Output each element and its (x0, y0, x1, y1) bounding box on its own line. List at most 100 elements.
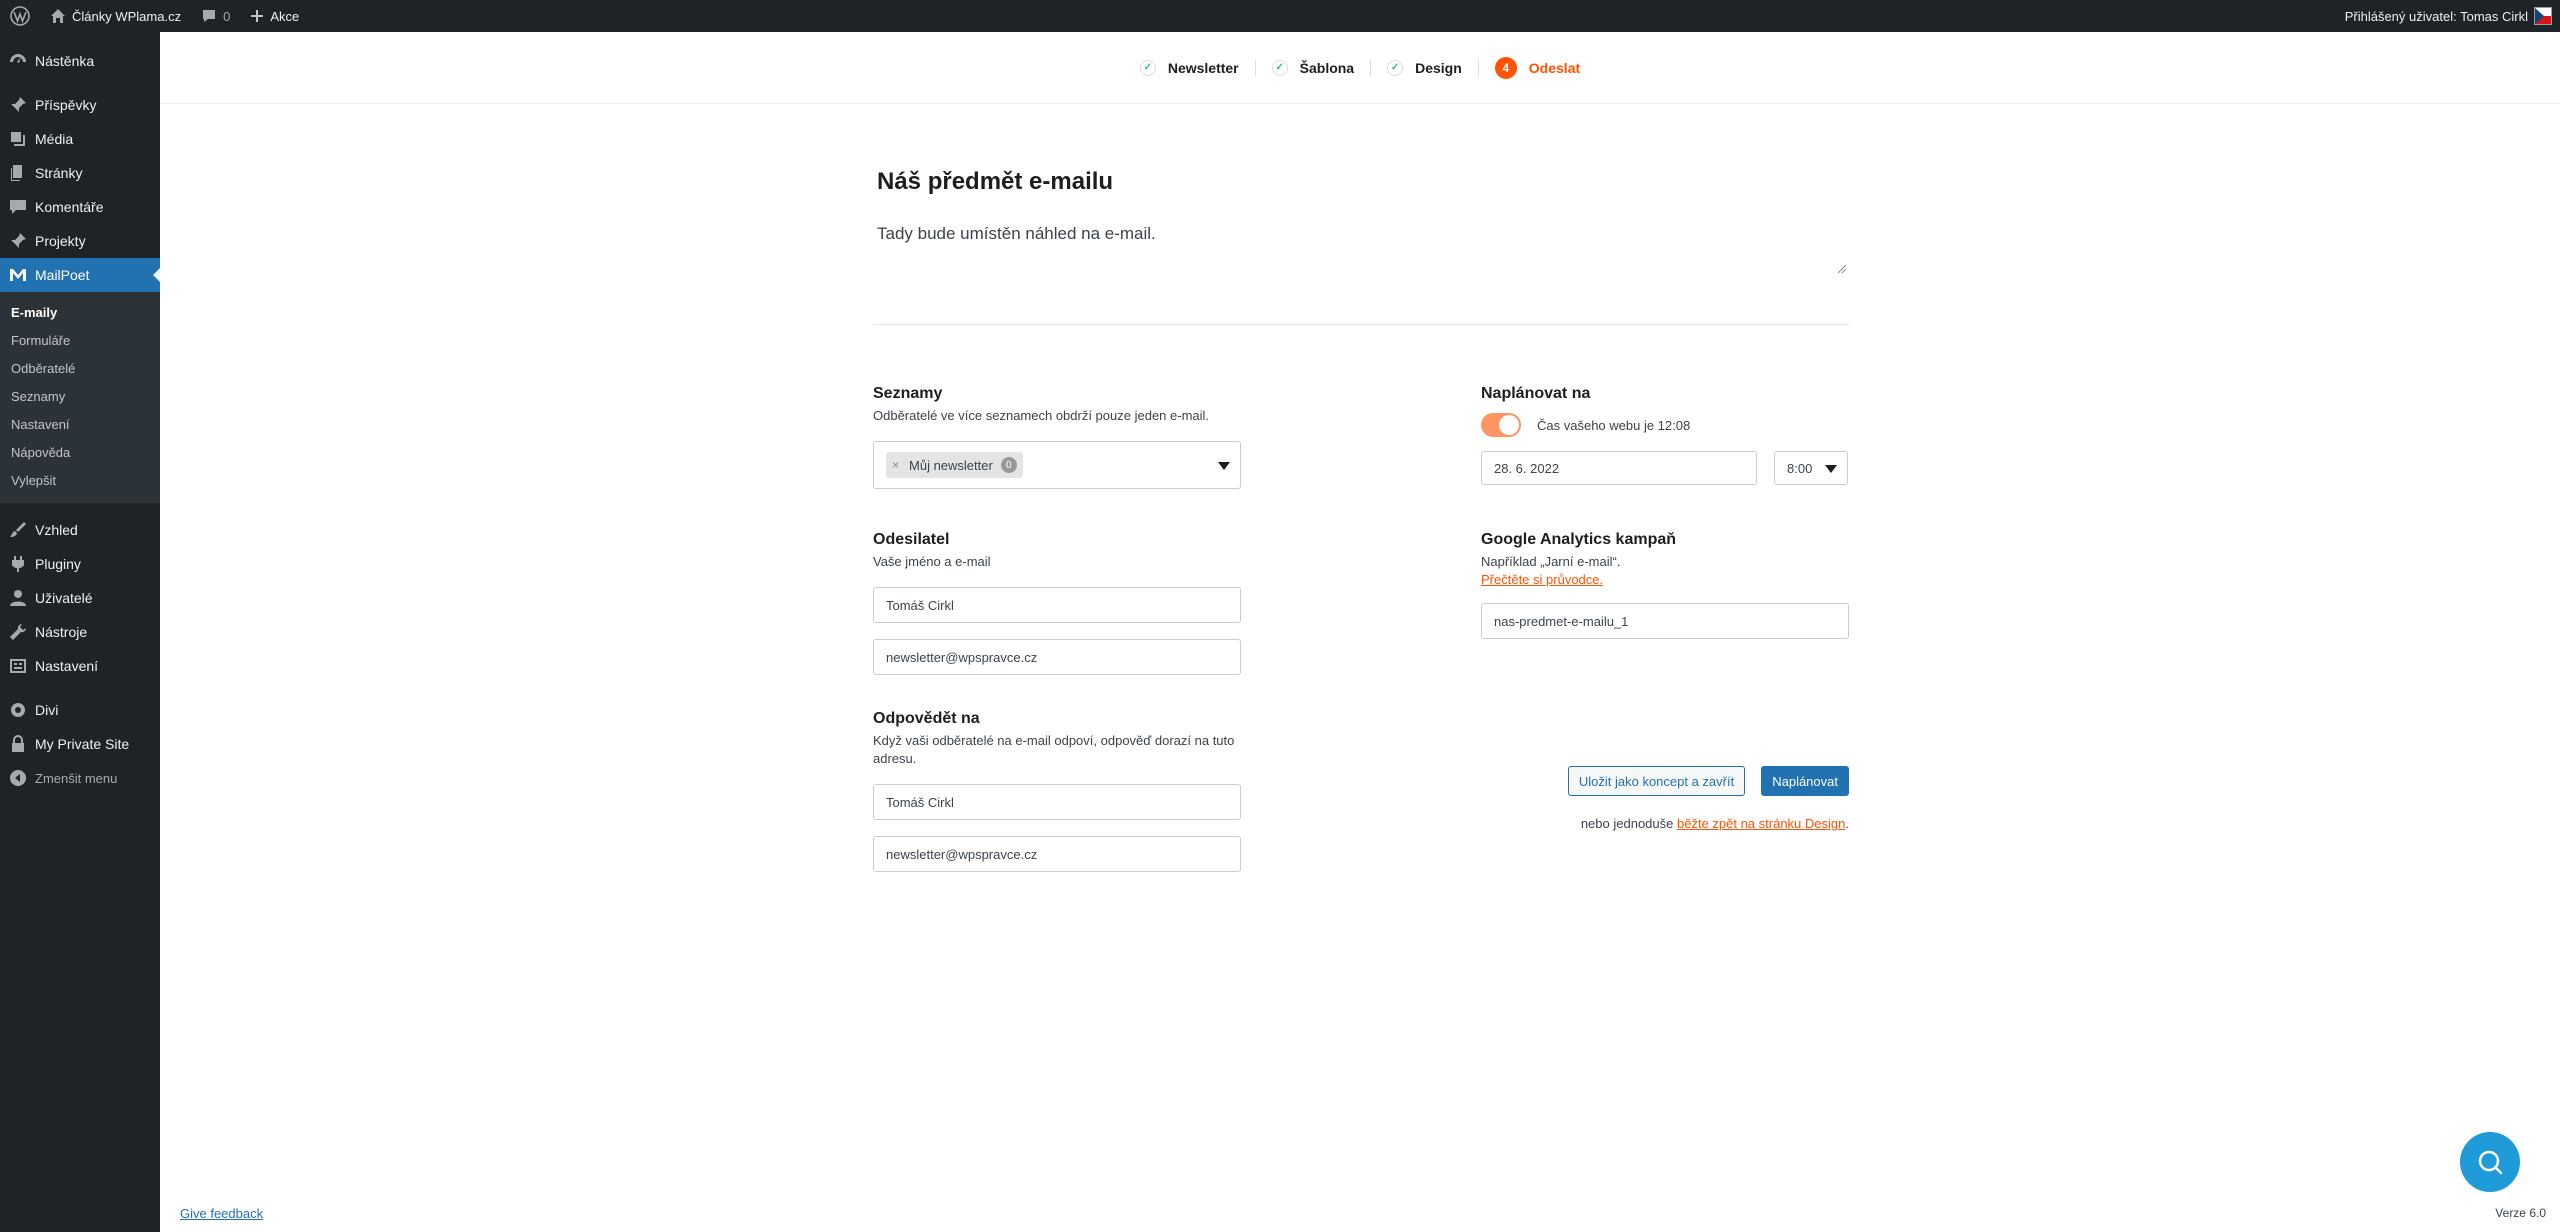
submenu-item[interactable]: Formuláře (0, 327, 160, 355)
sender-title: Odesilatel (873, 531, 950, 548)
sender-email-input[interactable]: newsletter@wpspravce.cz (873, 639, 1241, 675)
sidebar-item-label: Nastavení (35, 658, 99, 674)
gear-icon (8, 700, 28, 720)
submenu-item[interactable]: Seznamy (0, 383, 160, 411)
step-label: Design (1415, 59, 1462, 76)
sidebar-item-label: My Private Site (35, 736, 130, 752)
schedule-toggle[interactable] (1481, 413, 1521, 437)
comments-link[interactable]: 0 (191, 0, 240, 32)
submenu-item[interactable]: Nápověda (0, 439, 160, 467)
email-subject[interactable]: Náš předmět e-mailu (877, 168, 1113, 196)
reply-name-input[interactable]: Tomáš Cirkl (873, 784, 1241, 820)
sidebar-item-label: Divi (35, 702, 59, 718)
sidebar-item-stranky[interactable]: Stránky (0, 156, 160, 190)
submenu-item[interactable]: Odběratelé (0, 355, 160, 383)
sidebar-item-label: Vzhled (35, 522, 78, 538)
reply-title: Odpovědět na (873, 710, 980, 727)
period: . (1845, 816, 1849, 831)
home-icon (51, 9, 65, 23)
submenu-item[interactable]: Vylepšit (0, 467, 160, 495)
wordpress-logo-icon[interactable] (0, 0, 40, 32)
comments-icon (8, 197, 28, 217)
give-feedback-link[interactable]: Give feedback (180, 1206, 263, 1221)
sidebar-item-komentare[interactable]: Komentáře (0, 190, 160, 224)
sidebar-item-label: Komentáře (35, 199, 104, 215)
reply-email-input[interactable]: newsletter@wpspravce.cz (873, 836, 1241, 872)
plugin-icon (8, 554, 28, 574)
submenu-item[interactable]: Nastavení (0, 411, 160, 439)
sidebar-item-label: Pluginy (35, 556, 81, 572)
schedule-date-input[interactable]: 28. 6. 2022 (1481, 451, 1757, 485)
save-draft-button[interactable]: Uložit jako koncept a zavřít (1567, 766, 1746, 796)
sidebar-item-label: Uživatelé (35, 590, 93, 606)
mailpoet-submenu: E-maily Formuláře Odběratelé Seznamy Nastave… (0, 292, 160, 503)
caret-down-icon[interactable] (1218, 462, 1230, 470)
resize-handle-icon[interactable] (1835, 262, 1847, 274)
sender-section: Odesilatel Vaše jméno a e-mail Tomáš Cir… (873, 531, 1241, 675)
divider (873, 324, 1849, 325)
help-button[interactable] (2460, 1132, 2520, 1192)
lists-select[interactable]: × Můj newsletter 0 (873, 441, 1241, 489)
plus-icon (251, 10, 264, 22)
collapse-menu-label: Zmenšit menu (35, 770, 118, 786)
step-newsletter[interactable]: ✓ Newsletter (1124, 59, 1255, 76)
step-design[interactable]: ✓ Design (1371, 59, 1478, 76)
sidebar-item-nastroje[interactable]: Nástroje (0, 615, 160, 649)
sidebar-item-media[interactable]: Média (0, 122, 160, 156)
avatar (2534, 7, 2552, 25)
sidebar-item-projekty[interactable]: Projekty (0, 224, 160, 258)
submenu-item[interactable]: E-maily (0, 299, 160, 327)
sidebar-item-nastaveni[interactable]: Nastavení (0, 649, 160, 683)
sender-name-input[interactable]: Tomáš Cirkl (873, 587, 1241, 623)
site-name-link[interactable]: Články WPlama.cz (40, 0, 191, 32)
settings-icon (8, 656, 28, 676)
check-icon: ✓ (1387, 59, 1404, 76)
sidebar-item-pluginy[interactable]: Pluginy (0, 547, 160, 581)
site-time-note: Čas vašeho webu je 12:08 (1537, 417, 1691, 433)
sender-desc: Vaše jméno a e-mail (873, 554, 991, 569)
actions: Uložit jako koncept a zavřít Naplánovat … (1481, 766, 1849, 831)
ga-title: Google Analytics kampaň (1481, 531, 1677, 548)
remove-tag-button[interactable]: × (892, 458, 899, 472)
sidebar-item-label: Stránky (35, 165, 83, 181)
ga-desc: Například „Jarní e-mail“. (1481, 554, 1621, 569)
mailpoet-icon (8, 265, 28, 285)
sidebar-item-prispevky[interactable]: Příspěvky (0, 88, 160, 122)
sidebar-item-my-private-site[interactable]: My Private Site (0, 727, 160, 761)
collapse-menu-button[interactable]: Zmenšit menu (0, 761, 160, 795)
new-content-link[interactable]: Akce (240, 0, 309, 32)
ga-section: Google Analytics kampaň Například „Jarní… (1481, 531, 1849, 639)
users-icon (8, 588, 28, 608)
comment-icon (203, 10, 216, 22)
media-icon (8, 129, 28, 149)
comments-count: 0 (223, 8, 231, 24)
user-account-link[interactable]: Přihlášený uživatel: Tomas Cirkl (2335, 0, 2560, 32)
email-preview-textarea[interactable]: Tady bude umístěn náhled na e-mail. (877, 224, 1849, 244)
step-label: Newsletter (1167, 59, 1239, 76)
sidebar-item-nastenka[interactable]: Nástěnka (0, 44, 160, 78)
main-content: ✓ Newsletter ✓ Šablona ✓ Design 4 Odesla… (160, 32, 2560, 1232)
reply-desc: Když vaši odběratelé na e-mail odpoví, o… (873, 733, 1235, 766)
sidebar-item-label: Nástěnka (35, 53, 95, 69)
step-send[interactable]: 4 Odeslat (1479, 56, 1596, 79)
caret-down-icon (1825, 465, 1837, 473)
ga-guide-link[interactable]: Přečtěte si průvodce. (1481, 571, 1849, 589)
back-to-design-link[interactable]: běžte zpět na stránku Design (1677, 816, 1845, 831)
sidebar-item-divi[interactable]: Divi (0, 693, 160, 727)
schedule-time-value: 8:00 (1787, 460, 1813, 476)
pin-icon (8, 95, 28, 115)
sidebar-item-mailpoet[interactable]: MailPoet (0, 258, 160, 292)
schedule-button[interactable]: Naplánovat (1761, 766, 1849, 796)
check-icon: ✓ (1139, 59, 1156, 76)
sidebar-item-uzivatele[interactable]: Uživatelé (0, 581, 160, 615)
reply-section: Odpovědět na Když vaši odběratelé na e-m… (873, 710, 1253, 872)
site-name: Články WPlama.cz (72, 8, 182, 24)
list-tag-label: Můj newsletter (909, 457, 993, 473)
ga-campaign-input[interactable]: nas-predmet-e-mailu_1 (1481, 603, 1849, 639)
step-template[interactable]: ✓ Šablona (1256, 59, 1370, 76)
step-number: 4 (1494, 56, 1517, 79)
lists-section: Seznamy Odběratelé ve více seznamech obd… (873, 385, 1241, 489)
lock-icon (8, 734, 28, 754)
sidebar-item-vzhled[interactable]: Vzhled (0, 513, 160, 547)
schedule-time-select[interactable]: 8:00 (1774, 451, 1848, 485)
